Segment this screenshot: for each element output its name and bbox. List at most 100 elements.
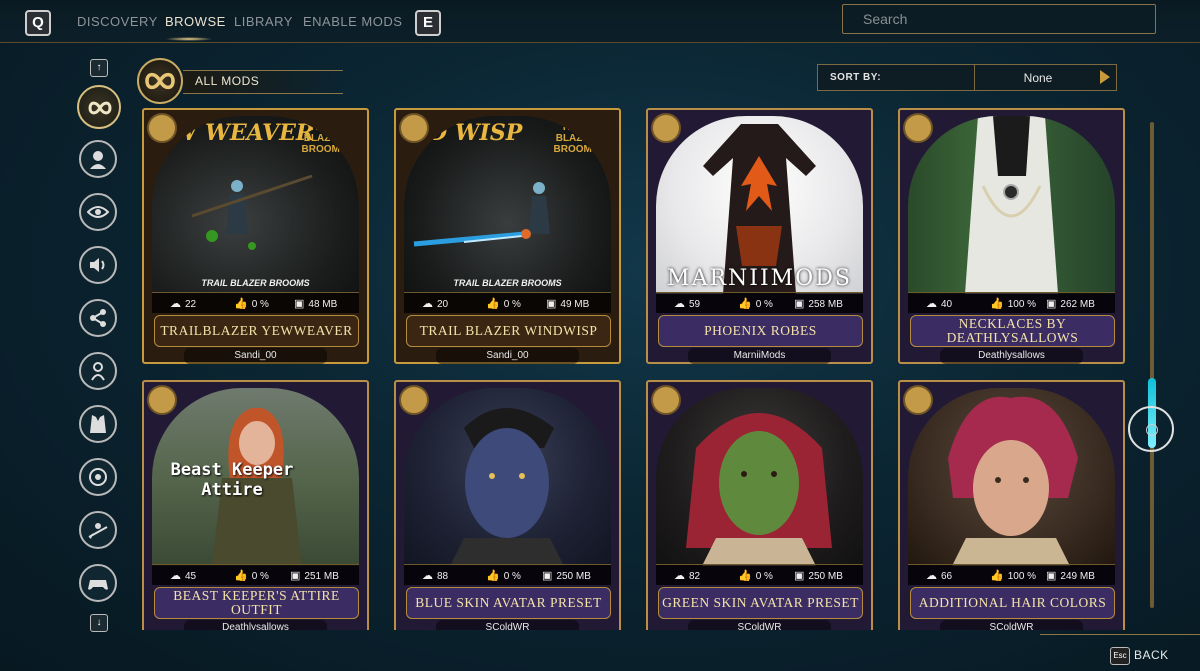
mod-author[interactable]: SColdWR <box>688 620 831 630</box>
mod-stats: ☁ 22 👍 0 % ▣ 48 MB <box>152 292 359 313</box>
thumbs-up-icon: 👍 <box>486 570 500 582</box>
downloads-stat: ☁ 20 <box>422 298 449 310</box>
mod-author[interactable]: MarniiMods <box>688 348 831 364</box>
rating-stat: 👍 100 % <box>990 298 1037 310</box>
thumbs-up-icon: 👍 <box>990 570 1004 582</box>
broom-rider-art <box>191 174 313 250</box>
mod-stats: ☁ 40 👍 100 % ▣ 262 MB <box>908 292 1115 313</box>
mod-card[interactable]: ☁ 82 👍 0 % ▣ 250 MB GREEN SKIN AVATAR PRESE… <box>646 380 873 630</box>
mod-thumbnail: EW WEAVER TRAIL BLAZER BROOMS TRAIL BLAZ… <box>152 116 359 294</box>
size-stat: ▣ 250 MB <box>794 570 843 582</box>
green-face-art <box>686 413 832 566</box>
download-icon: ☁ <box>926 570 937 582</box>
rating-stat: 👍 100 % <box>990 570 1037 582</box>
mod-author[interactable]: SColdWR <box>436 620 579 630</box>
mod-author[interactable]: Deathlysallows <box>940 348 1083 364</box>
outfit-icon <box>903 113 933 143</box>
thumbs-up-icon: 👍 <box>990 298 1004 310</box>
mod-title: GREEN SKIN AVATAR PRESET <box>662 595 859 610</box>
size-stat: ▣ 251 MB <box>290 570 339 582</box>
footer-divider <box>1040 634 1200 635</box>
size-stat: ▣ 49 MB <box>546 298 590 310</box>
mod-thumbnail: Beast Keeper Attire <box>152 388 359 566</box>
mod-author[interactable]: Deathlysallows <box>184 620 327 630</box>
download-icon: ☁ <box>674 570 685 582</box>
mod-title: ADDITIONAL HAIR COLORS <box>918 595 1107 610</box>
downloads-stat: ☁ 45 <box>170 570 197 582</box>
thumbnail-watermark: MARNIIMODS <box>667 266 852 291</box>
save-icon: ▣ <box>794 298 805 310</box>
save-icon: ▣ <box>1046 570 1057 582</box>
necklace-art <box>965 116 1058 294</box>
size-stat: ▣ 48 MB <box>294 298 338 310</box>
esc-key-hint[interactable]: Esc <box>1110 647 1130 665</box>
download-icon: ☁ <box>170 570 181 582</box>
mod-card[interactable]: EW WEAVER TRAIL BLAZER BROOMS TRAIL BLAZ… <box>142 108 369 364</box>
mod-thumbnail: MARNIIMODS <box>656 116 863 294</box>
mod-thumbnail: ND WISP TRAIL BLAZER BROOMS TRAIL BLAZER… <box>404 116 611 294</box>
thumbnail-caption: TRAIL BLAZER BROOMS <box>201 278 310 288</box>
thumbnail-title: Beast Keeper Attire <box>170 460 294 500</box>
mod-thumbnail <box>656 388 863 566</box>
mod-title-box: GREEN SKIN AVATAR PRESET <box>658 587 863 619</box>
right-stick-scroll-icon[interactable] <box>1128 406 1174 452</box>
mod-stats: ☁ 82 👍 0 % ▣ 250 MB <box>656 564 863 585</box>
mod-thumbnail <box>908 116 1115 294</box>
mod-stats: ☁ 59 👍 0 % ▣ 258 MB <box>656 292 863 313</box>
save-icon: ▣ <box>542 570 553 582</box>
size-stat: ▣ 249 MB <box>1046 570 1095 582</box>
back-button[interactable]: BACK <box>1134 648 1169 662</box>
mod-card[interactable]: ☁ 40 👍 100 % ▣ 262 MB NECKLACES BY DEATHLYS… <box>898 108 1125 364</box>
mod-card[interactable]: ND WISP TRAIL BLAZER BROOMS TRAIL BLAZER… <box>394 108 621 364</box>
thumbs-up-icon: 👍 <box>738 298 752 310</box>
download-icon: ☁ <box>422 298 433 310</box>
download-icon: ☁ <box>422 570 433 582</box>
thumbnail-caption: TRAIL BLAZER BROOMS <box>453 278 562 288</box>
mod-title-box: ADDITIONAL HAIR COLORS <box>910 587 1115 619</box>
mod-card[interactable]: Beast Keeper Attire ☁ 45 👍 0 % ▣ 251 MB BEA… <box>142 380 369 630</box>
mod-card[interactable]: ☁ 66 👍 100 % ▣ 249 MB ADDITIONAL HAIR COLOR… <box>898 380 1125 630</box>
downloads-stat: ☁ 82 <box>674 570 701 582</box>
mod-author[interactable]: Sandi_00 <box>436 348 579 364</box>
rating-stat: 👍 0 % <box>234 298 269 310</box>
head-icon <box>399 385 429 415</box>
mod-title: TRAILBLAZER YEWWEAVER <box>160 323 353 338</box>
scrollbar-track[interactable] <box>1150 122 1154 608</box>
rating-stat: 👍 0 % <box>486 298 521 310</box>
mod-card[interactable]: ☁ 88 👍 0 % ▣ 250 MB BLUE SKIN AVATAR PRESET… <box>394 380 621 630</box>
thumbs-up-icon: 👍 <box>486 298 500 310</box>
downloads-stat: ☁ 59 <box>674 298 701 310</box>
rating-stat: 👍 0 % <box>486 570 521 582</box>
mod-thumbnail <box>908 388 1115 566</box>
mod-title-box: TRAILBLAZER YEWWEAVER <box>154 315 359 347</box>
save-icon: ▣ <box>794 570 805 582</box>
save-icon: ▣ <box>290 570 301 582</box>
rating-stat: 👍 0 % <box>738 570 773 582</box>
save-icon: ▣ <box>1046 298 1057 310</box>
mod-author[interactable]: Sandi_00 <box>184 348 327 364</box>
mod-author[interactable]: SColdWR <box>940 620 1083 630</box>
rating-stat: 👍 0 % <box>738 298 773 310</box>
mod-title-box: TRAIL BLAZER WINDWISP <box>406 315 611 347</box>
size-stat: ▣ 262 MB <box>1046 298 1095 310</box>
mod-card[interactable]: MARNIIMODS ☁ 59 👍 0 % ▣ 258 MB PHOENIX ROBE… <box>646 108 873 364</box>
size-stat: ▣ 258 MB <box>794 298 843 310</box>
mod-title-box: PHOENIX ROBES <box>658 315 863 347</box>
size-stat: ▣ 250 MB <box>542 570 591 582</box>
mod-title: NECKLACES BY DEATHLYSALLOWS <box>946 316 1079 345</box>
mod-title: TRAIL BLAZER WINDWISP <box>419 323 598 338</box>
thumbs-up-icon: 👍 <box>234 298 248 310</box>
download-icon: ☁ <box>926 298 937 310</box>
broom-rider-art <box>413 182 550 247</box>
downloads-stat: ☁ 66 <box>926 570 953 582</box>
thumbs-up-icon: 👍 <box>234 570 248 582</box>
broom-icon <box>147 113 177 143</box>
rating-stat: 👍 0 % <box>234 570 269 582</box>
broom-icon <box>399 113 429 143</box>
mod-title-box: NECKLACES BY DEATHLYSALLOWS <box>910 315 1115 347</box>
blue-face-art <box>450 408 564 566</box>
download-icon: ☁ <box>170 298 181 310</box>
mod-title-box: BEAST KEEPER'S ATTIRE OUTFIT <box>154 587 359 619</box>
downloads-stat: ☁ 22 <box>170 298 197 310</box>
mod-title: PHOENIX ROBES <box>704 323 817 338</box>
